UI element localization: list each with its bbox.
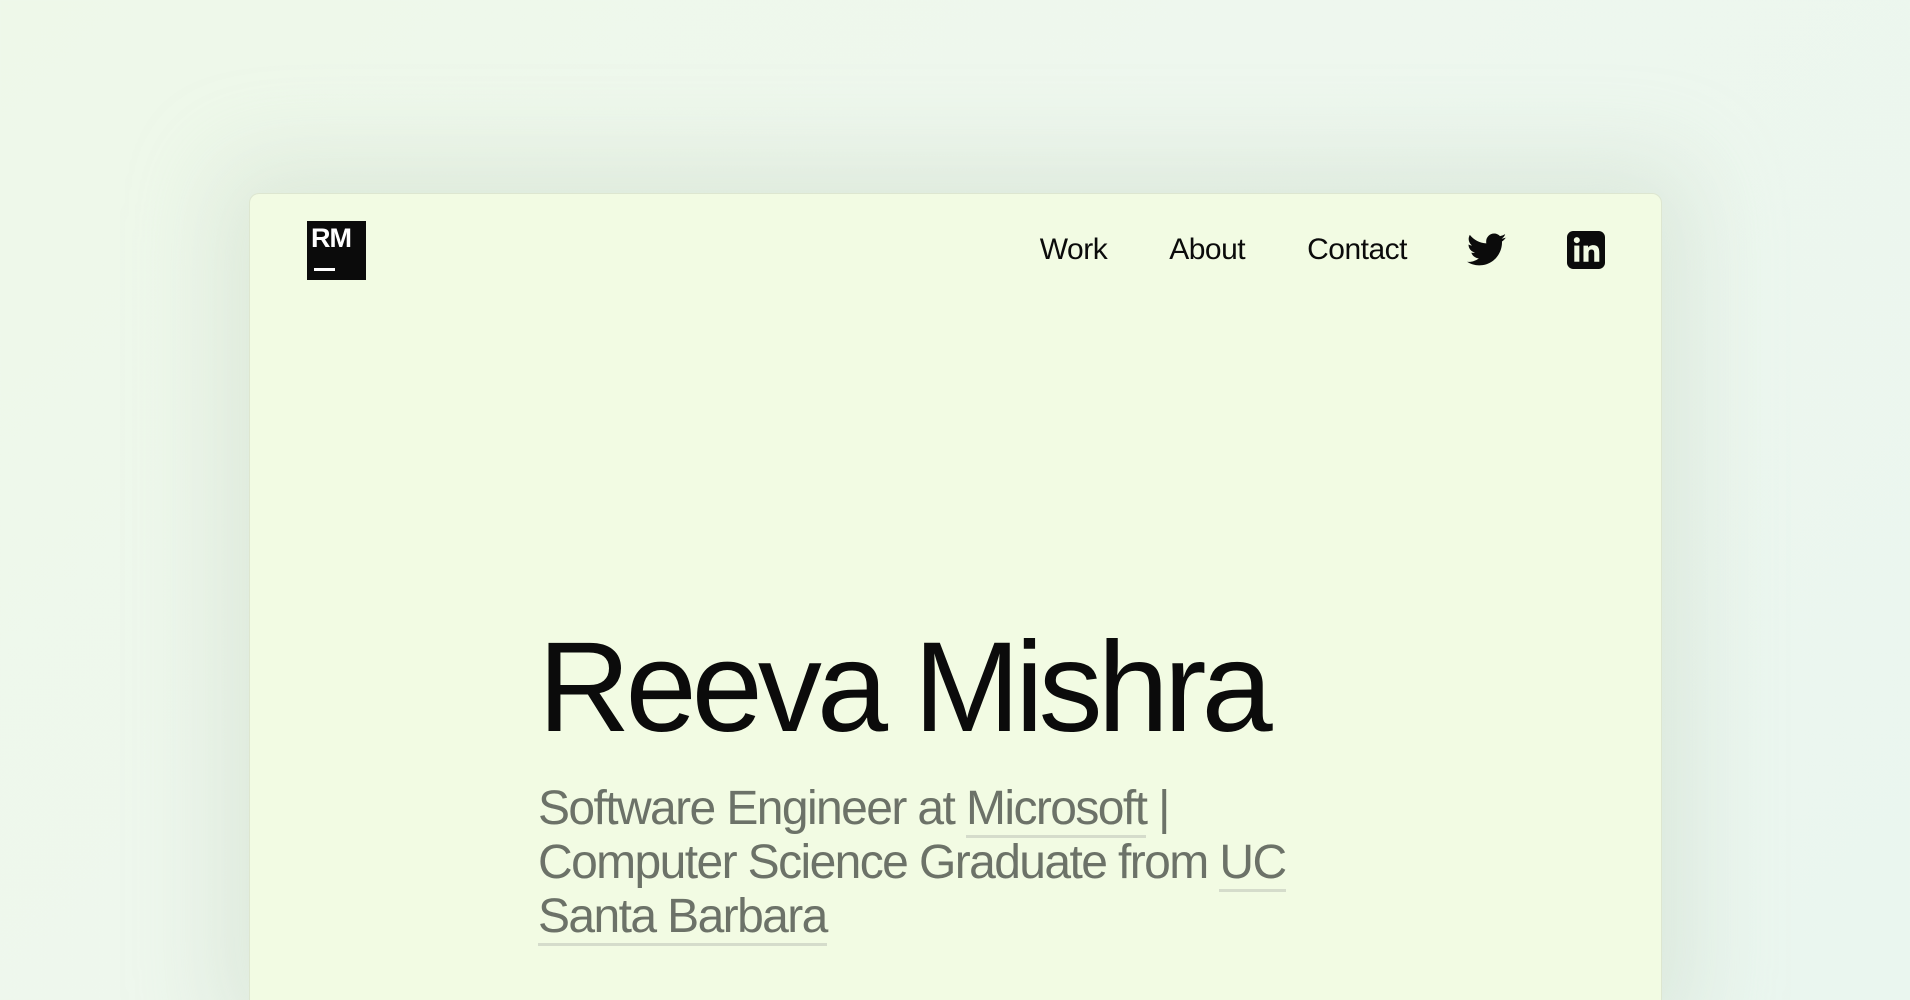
nav-link-about[interactable]: About	[1169, 233, 1245, 267]
main-nav: Work About Contact	[1040, 230, 1605, 270]
microsoft-link[interactable]: Microsoft	[966, 782, 1148, 838]
linkedin-icon	[1567, 231, 1605, 269]
logo-monogram: RM	[311, 223, 352, 253]
twitter-icon	[1467, 233, 1507, 266]
linkedin-link[interactable]	[1567, 231, 1605, 269]
nav-link-work[interactable]: Work	[1040, 233, 1108, 267]
logo-underscore	[314, 268, 335, 271]
hero-name: Reeva Mishra	[538, 616, 1273, 759]
twitter-link[interactable]	[1467, 230, 1507, 270]
hero-tagline: Software Engineer at Microsoft | Compute…	[538, 782, 1318, 946]
nav-link-contact[interactable]: Contact	[1307, 233, 1407, 267]
tagline-prefix: Software Engineer at	[538, 782, 967, 835]
site-logo[interactable]: RM	[307, 221, 366, 280]
site-card: RM Work About Contact Reeva Mishra Softw…	[249, 193, 1662, 1000]
hero-section: Reeva Mishra Software Engineer at Micros…	[538, 616, 1338, 946]
